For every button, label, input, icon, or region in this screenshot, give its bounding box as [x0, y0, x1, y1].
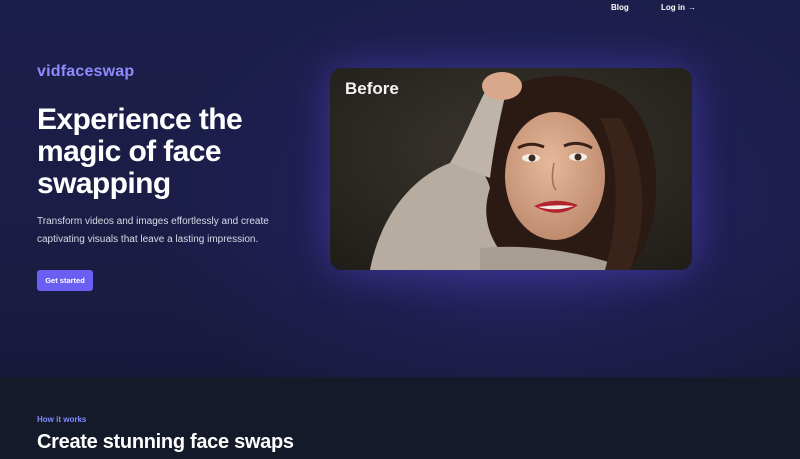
before-label: Before — [345, 79, 399, 98]
hero-headline: Experience the magic of face swapping — [37, 103, 243, 200]
hero-subtext: Transform videos and images effortlessly… — [37, 216, 269, 245]
get-started-button[interactable]: Get started — [37, 270, 93, 291]
how-it-works-title: Create stunning face swaps — [37, 431, 294, 453]
nav-login-label: Log in — [661, 2, 685, 12]
brand-logo[interactable]: vidfaceswap — [37, 63, 134, 81]
arrow-right-icon: → — [688, 2, 696, 12]
before-image-card: Before — [330, 68, 692, 270]
nav-blog-link[interactable]: Blog — [611, 2, 629, 12]
nav-blog-label: Blog — [611, 2, 629, 12]
how-it-works-eyebrow: How it works — [37, 415, 87, 424]
nav-login-link[interactable]: Log in → — [661, 2, 696, 12]
